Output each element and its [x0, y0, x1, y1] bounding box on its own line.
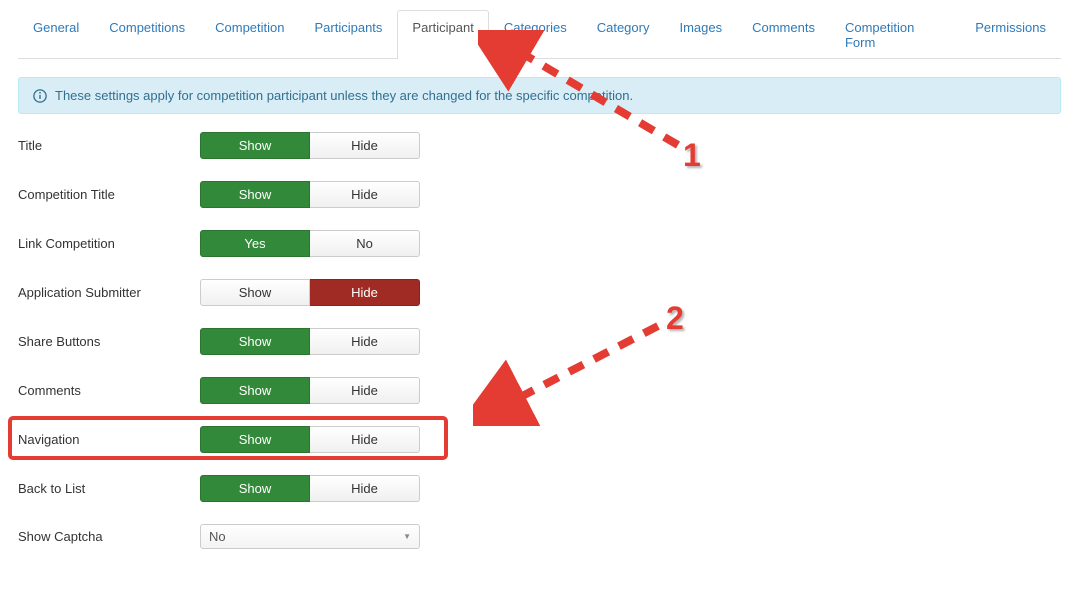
tab-general[interactable]: General [18, 10, 94, 59]
tab-competitions[interactable]: Competitions [94, 10, 200, 59]
setting-row-competition-title: Competition TitleShowHide [18, 181, 1061, 208]
toggle-option-right[interactable]: Hide [310, 181, 420, 208]
tab-competition[interactable]: Competition [200, 10, 299, 59]
select-show-captcha[interactable]: No [200, 524, 420, 549]
tab-comments[interactable]: Comments [737, 10, 830, 59]
toggle-option-left[interactable]: Show [200, 377, 310, 404]
toggle-option-right[interactable]: Hide [310, 475, 420, 502]
info-banner: These settings apply for competition par… [18, 77, 1061, 114]
toggle-option-right[interactable]: Hide [310, 279, 420, 306]
tab-category[interactable]: Category [582, 10, 665, 59]
setting-row-show-captcha: Show Captcha No [18, 524, 1061, 549]
toggle-group: YesNo [200, 230, 420, 257]
toggle-option-left[interactable]: Show [200, 475, 310, 502]
setting-row-navigation: NavigationShowHide [18, 426, 1061, 453]
toggle-option-right[interactable]: Hide [310, 132, 420, 159]
toggle-group: ShowHide [200, 475, 420, 502]
setting-label: Title [18, 138, 200, 153]
tab-participants[interactable]: Participants [300, 10, 398, 59]
setting-label: Comments [18, 383, 200, 398]
toggle-option-left[interactable]: Show [200, 132, 310, 159]
toggle-group: ShowHide [200, 377, 420, 404]
toggle-group: ShowHide [200, 181, 420, 208]
setting-row-back-to-list: Back to ListShowHide [18, 475, 1061, 502]
setting-row-link-competition: Link CompetitionYesNo [18, 230, 1061, 257]
toggle-option-right[interactable]: Hide [310, 377, 420, 404]
setting-row-title: TitleShowHide [18, 132, 1061, 159]
toggle-option-left[interactable]: Show [200, 279, 310, 306]
toggle-group: ShowHide [200, 279, 420, 306]
info-text: These settings apply for competition par… [55, 88, 633, 103]
setting-label: Competition Title [18, 187, 200, 202]
select-value: No [209, 529, 226, 544]
toggle-option-left[interactable]: Show [200, 328, 310, 355]
tab-permissions[interactable]: Permissions [960, 10, 1061, 59]
toggle-group: ShowHide [200, 426, 420, 453]
tab-categories[interactable]: Categories [489, 10, 582, 59]
info-icon [33, 89, 47, 103]
setting-label: Link Competition [18, 236, 200, 251]
setting-row-comments: CommentsShowHide [18, 377, 1061, 404]
setting-label: Application Submitter [18, 285, 200, 300]
tab-participant[interactable]: Participant [397, 10, 488, 59]
toggle-group: ShowHide [200, 132, 420, 159]
tab-images[interactable]: Images [664, 10, 737, 59]
setting-label: Show Captcha [18, 529, 200, 544]
toggle-option-left[interactable]: Yes [200, 230, 310, 257]
toggle-group: ShowHide [200, 328, 420, 355]
toggle-option-right[interactable]: Hide [310, 426, 420, 453]
setting-label: Navigation [18, 432, 200, 447]
setting-row-application-submitter: Application SubmitterShowHide [18, 279, 1061, 306]
toggle-option-right[interactable]: Hide [310, 328, 420, 355]
tab-competition-form[interactable]: Competition Form [830, 10, 960, 59]
toggle-option-left[interactable]: Show [200, 181, 310, 208]
toggle-option-right[interactable]: No [310, 230, 420, 257]
setting-label: Share Buttons [18, 334, 200, 349]
setting-row-share-buttons: Share ButtonsShowHide [18, 328, 1061, 355]
tabs-bar: GeneralCompetitionsCompetitionParticipan… [18, 10, 1061, 59]
toggle-option-left[interactable]: Show [200, 426, 310, 453]
setting-label: Back to List [18, 481, 200, 496]
